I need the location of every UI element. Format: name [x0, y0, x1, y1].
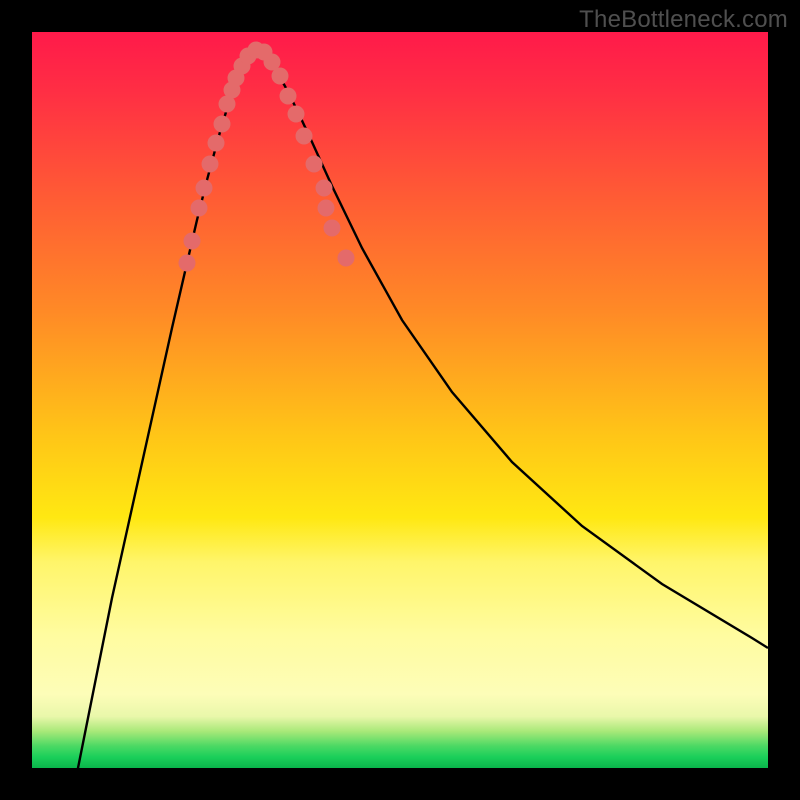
highlight-dot	[191, 200, 208, 217]
highlight-dot	[306, 156, 323, 173]
highlight-dot	[202, 156, 219, 173]
highlight-dot	[318, 200, 335, 217]
highlight-dot	[208, 135, 225, 152]
highlight-dot	[196, 180, 213, 197]
highlight-dots-group	[179, 42, 355, 272]
highlight-dot	[296, 128, 313, 145]
highlight-dot	[316, 180, 333, 197]
highlight-dot	[272, 68, 289, 85]
highlight-dot	[338, 250, 355, 267]
highlight-dot	[324, 220, 341, 237]
highlight-dot	[214, 116, 231, 133]
highlight-dot	[184, 233, 201, 250]
highlight-dot	[280, 88, 297, 105]
curve-svg	[32, 32, 768, 768]
highlight-dot	[179, 255, 196, 272]
chart-frame: TheBottleneck.com	[0, 0, 800, 800]
highlight-dot	[288, 106, 305, 123]
watermark-text: TheBottleneck.com	[579, 6, 788, 34]
bottleneck-curve	[72, 50, 768, 768]
plot-area	[32, 32, 768, 768]
